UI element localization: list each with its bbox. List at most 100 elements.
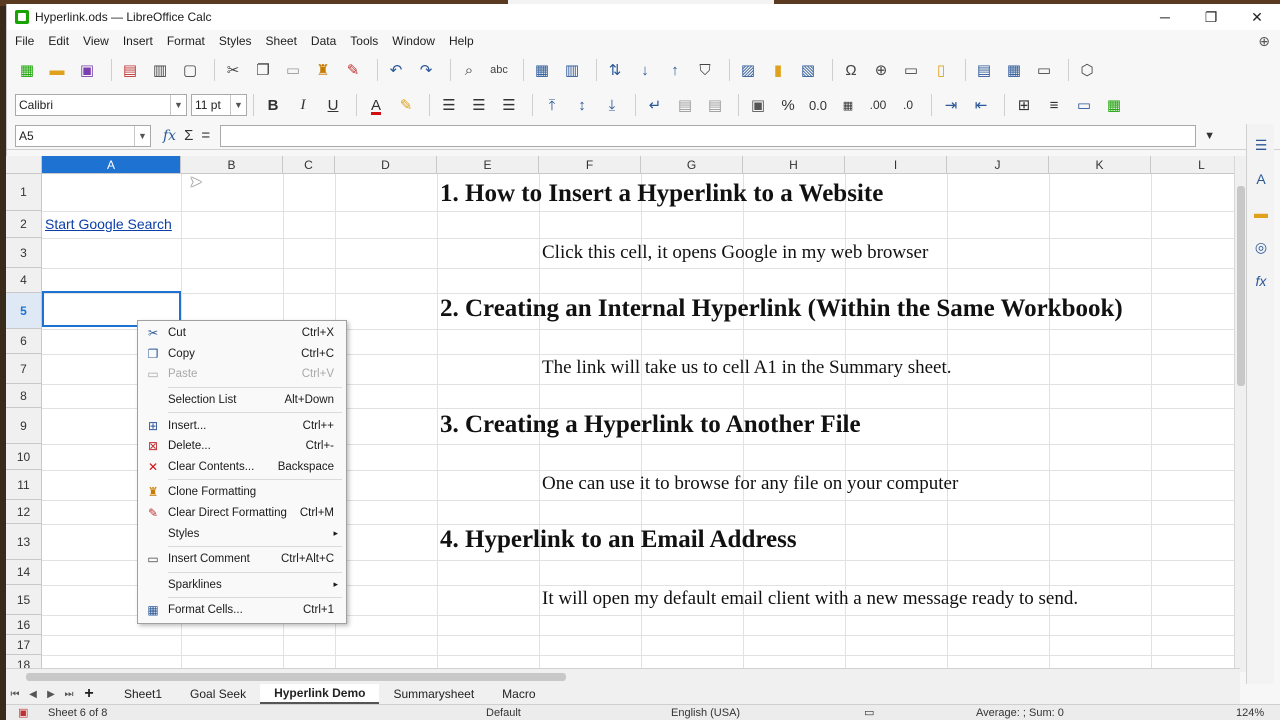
row-header-14[interactable]: 14 (6, 560, 42, 585)
copy-icon[interactable]: ❐ (251, 58, 275, 82)
chevron-down-icon[interactable]: ▼ (230, 95, 246, 115)
increase-indent-icon[interactable]: ⇥ (938, 93, 964, 117)
define-print-area-icon[interactable]: ▤ (972, 58, 996, 82)
menu-item-insert[interactable]: ⊞ Insert... Ctrl++ (138, 415, 346, 436)
select-all-corner[interactable] (6, 156, 42, 174)
menu-help[interactable]: Help (449, 34, 474, 48)
vertical-scrollbar[interactable] (1234, 156, 1246, 672)
horizontal-scrollbar[interactable] (6, 668, 1240, 684)
formula-input[interactable] (220, 124, 1197, 147)
save-icon[interactable]: ▣ (75, 58, 99, 82)
properties-icon[interactable]: ☰ (1250, 132, 1272, 158)
menu-item-clone-formatting[interactable]: ♜ Clone Formatting (138, 482, 346, 503)
sort-icon[interactable]: ⇅ (603, 58, 627, 82)
unmerge-cells-icon[interactable]: ▤ (702, 93, 728, 117)
center-vertically-icon[interactable]: ↕ (569, 93, 595, 117)
clear-formatting-icon[interactable]: ✎ (341, 58, 365, 82)
function-wizard-icon[interactable]: fx (163, 128, 176, 144)
first-sheet-icon[interactable]: ⏮ (6, 689, 24, 700)
align-center-icon[interactable]: ☰ (466, 93, 492, 117)
menu-item-sparklines[interactable]: Sparklines ▸ (138, 575, 346, 596)
border-color-icon[interactable]: ▭ (1071, 93, 1097, 117)
menu-edit[interactable]: Edit (48, 34, 69, 48)
sort-descending-icon[interactable]: ↑ (663, 58, 687, 82)
spellcheck-icon[interactable]: abc (487, 58, 511, 82)
insert-chart-icon[interactable]: ▮ (766, 58, 790, 82)
print-icon[interactable]: ▥ (148, 58, 172, 82)
menu-item-copy[interactable]: ❐ Copy Ctrl+C (138, 344, 346, 365)
row-header-8[interactable]: 8 (6, 384, 42, 408)
redo-icon[interactable]: ↷ (414, 58, 438, 82)
row-header-9[interactable]: 9 (6, 408, 42, 444)
chevron-down-icon[interactable]: ▼ (134, 125, 150, 146)
menu-item-styles[interactable]: Styles ▸ (138, 523, 346, 544)
tab-hyperlink-demo[interactable]: Hyperlink Demo (260, 684, 380, 704)
sort-ascending-icon[interactable]: ↓ (633, 58, 657, 82)
new-document-icon[interactable]: ▦ (15, 58, 39, 82)
column-header-h[interactable]: H (743, 156, 845, 174)
row-header-13[interactable]: 13 (6, 524, 42, 560)
menu-tools[interactable]: Tools (350, 34, 378, 48)
expand-formula-bar-icon[interactable]: ▼ (1204, 130, 1215, 142)
menu-item-clear-contents[interactable]: ✕ Clear Contents... Backspace (138, 457, 346, 478)
column-header-f[interactable]: F (539, 156, 641, 174)
menu-file[interactable]: File (15, 34, 34, 48)
underline-button[interactable]: U (320, 93, 346, 117)
menu-styles[interactable]: Styles (219, 34, 252, 48)
freeze-rows-columns-icon[interactable]: ▦ (1002, 58, 1026, 82)
minimize-button[interactable]: ─ (1142, 9, 1188, 26)
align-right-icon[interactable]: ☰ (496, 93, 522, 117)
date-format-icon[interactable]: ▦ (835, 93, 861, 117)
row-header-4[interactable]: 4 (6, 268, 42, 293)
tab-summarysheet[interactable]: Summarysheet (379, 684, 488, 704)
split-window-icon[interactable]: ▭ (1032, 58, 1056, 82)
autofilter-icon[interactable]: ⛉ (693, 58, 717, 82)
row-header-3[interactable]: 3 (6, 238, 42, 268)
row-header-1[interactable]: 1 (6, 174, 42, 211)
menu-item-cut[interactable]: ✂ Cut Ctrl+X (138, 323, 346, 344)
delete-decimal-icon[interactable]: .0 (895, 93, 921, 117)
conditional-format-icon[interactable]: ▦ (1101, 93, 1127, 117)
column-header-g[interactable]: G (641, 156, 743, 174)
align-bottom-icon[interactable]: ⤓ (599, 93, 625, 117)
column-header-j[interactable]: J (947, 156, 1049, 174)
row-header-5[interactable]: 5 (6, 293, 42, 329)
decrease-indent-icon[interactable]: ⇤ (968, 93, 994, 117)
menu-view[interactable]: View (83, 34, 109, 48)
insert-image-icon[interactable]: ▨ (736, 58, 760, 82)
show-draw-functions-icon[interactable]: ⬡ (1075, 58, 1099, 82)
currency-format-icon[interactable]: ▣ (745, 93, 771, 117)
chevron-down-icon[interactable]: ▼ (170, 95, 186, 115)
column-header-k[interactable]: K (1049, 156, 1151, 174)
headers-footers-icon[interactable]: ▯ (929, 58, 953, 82)
align-top-icon[interactable]: ⤒ (539, 93, 565, 117)
number-format-icon[interactable]: 0.0 (805, 93, 831, 117)
font-color-icon[interactable]: A (363, 93, 389, 117)
comment-icon[interactable]: ▭ (899, 58, 923, 82)
tab-goal-seek[interactable]: Goal Seek (176, 684, 260, 704)
export-pdf-icon[interactable]: ▤ (118, 58, 142, 82)
pivot-table-icon[interactable]: ▧ (796, 58, 820, 82)
column-header-d[interactable]: D (335, 156, 437, 174)
add-sheet-icon[interactable]: + (78, 685, 100, 703)
name-box[interactable]: A5 ▼ (15, 124, 151, 147)
wrap-text-icon[interactable]: ↵ (642, 93, 668, 117)
row-header-16[interactable]: 16 (6, 615, 42, 635)
paste-icon[interactable]: ▭ (281, 58, 305, 82)
font-name-box[interactable]: Calibri ▼ (15, 94, 187, 116)
undo-icon[interactable]: ↶ (384, 58, 408, 82)
scrollbar-thumb[interactable] (26, 673, 566, 681)
open-folder-icon[interactable]: ▬ (45, 58, 69, 82)
menu-item-insert-comment[interactable]: ▭ Insert Comment Ctrl+Alt+C (138, 549, 346, 570)
menu-item-clear-direct-formatting[interactable]: ✎ Clear Direct Formatting Ctrl+M (138, 503, 346, 524)
border-style-icon[interactable]: ≡ (1041, 93, 1067, 117)
menu-insert[interactable]: Insert (123, 34, 153, 48)
navigator-icon[interactable]: ◎ (1250, 234, 1272, 260)
bold-button[interactable]: B (260, 93, 286, 117)
merge-cells-icon[interactable]: ▤ (672, 93, 698, 117)
tab-sheet1[interactable]: Sheet1 (110, 684, 176, 704)
row-header-12[interactable]: 12 (6, 500, 42, 524)
row-header-6[interactable]: 6 (6, 329, 42, 354)
tab-macro[interactable]: Macro (488, 684, 549, 704)
row-header-10[interactable]: 10 (6, 444, 42, 470)
